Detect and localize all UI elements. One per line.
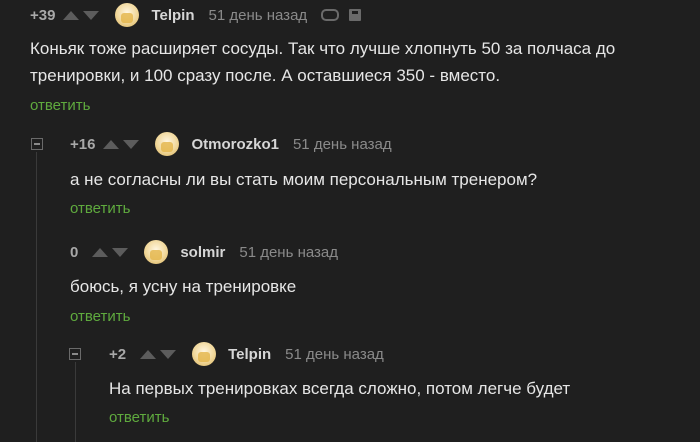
comment-header: 0 solmir 51 день назад bbox=[70, 238, 338, 266]
avatar-icon[interactable] bbox=[155, 132, 180, 156]
arrow-down-icon[interactable] bbox=[83, 10, 100, 20]
comment-username[interactable]: Telpin bbox=[228, 346, 271, 363]
comment-header: +16 Otmorozko1 51 день назад bbox=[70, 130, 392, 158]
arrow-up-icon[interactable] bbox=[92, 247, 109, 257]
comment-timestamp[interactable]: 51 день назад bbox=[293, 136, 392, 153]
arrow-down-icon[interactable] bbox=[112, 247, 129, 257]
vote-arrows bbox=[140, 349, 177, 359]
comment-rating: 0 bbox=[70, 243, 79, 261]
comment-rating: +39 bbox=[30, 6, 56, 24]
collapse-icon[interactable] bbox=[31, 138, 43, 150]
reply-link[interactable]: ответить bbox=[70, 308, 130, 325]
vote-arrows bbox=[63, 10, 100, 20]
arrow-up-icon[interactable] bbox=[140, 349, 157, 359]
arrow-up-icon[interactable] bbox=[63, 10, 80, 20]
comment-text-line: Коньяк тоже расширяет сосуды. Так что лу… bbox=[30, 39, 616, 58]
vote-arrows bbox=[92, 247, 129, 257]
comment-text-line: а не согласны ли вы стать моим персональ… bbox=[70, 170, 538, 189]
comment-text: На первых тренировках всегда сложно, пот… bbox=[109, 375, 570, 402]
arrow-down-icon[interactable] bbox=[123, 139, 140, 149]
collapse-icon[interactable] bbox=[69, 348, 81, 360]
thread-line-level-1 bbox=[36, 152, 37, 442]
comment-timestamp[interactable]: 51 день назад bbox=[285, 346, 384, 363]
comment-text: Коньяк тоже расширяет сосуды. Так что лу… bbox=[30, 35, 615, 89]
reply-link[interactable]: ответить bbox=[30, 97, 90, 114]
comment-timestamp[interactable]: 51 день назад bbox=[209, 7, 308, 24]
link-icon[interactable] bbox=[321, 9, 340, 21]
reply-link[interactable]: ответить bbox=[70, 200, 130, 217]
arrow-up-icon[interactable] bbox=[103, 139, 120, 149]
comment-header: +39 Telpin 51 день назад bbox=[30, 1, 362, 29]
thread-line-level-3 bbox=[75, 362, 76, 442]
avatar-icon[interactable] bbox=[144, 240, 169, 264]
comment-text: боюсь, я усну на тренировке bbox=[70, 273, 296, 300]
arrow-down-icon[interactable] bbox=[160, 349, 177, 359]
save-icon[interactable] bbox=[349, 9, 362, 21]
comment-username[interactable]: Telpin bbox=[151, 7, 194, 24]
comment-header: +2 Telpin 51 день назад bbox=[109, 340, 384, 368]
comment-text-line: тренировки, и 100 сразу после. А оставши… bbox=[30, 66, 501, 85]
vote-arrows bbox=[103, 139, 140, 149]
comment-timestamp[interactable]: 51 день назад bbox=[239, 244, 338, 261]
comment-rating: +16 bbox=[70, 135, 96, 153]
avatar-icon[interactable] bbox=[192, 342, 217, 366]
comment-text-line: На первых тренировках всегда сложно, пот… bbox=[109, 379, 571, 398]
comment-rating: +2 bbox=[109, 345, 127, 363]
comment-username[interactable]: Otmorozko1 bbox=[191, 136, 279, 153]
comment-text: а не согласны ли вы стать моим персональ… bbox=[70, 166, 537, 193]
reply-link[interactable]: ответить bbox=[109, 409, 169, 426]
comment-username[interactable]: solmir bbox=[180, 244, 225, 261]
comment-text-line: боюсь, я усну на тренировке bbox=[70, 277, 297, 296]
avatar-icon[interactable] bbox=[115, 3, 140, 27]
